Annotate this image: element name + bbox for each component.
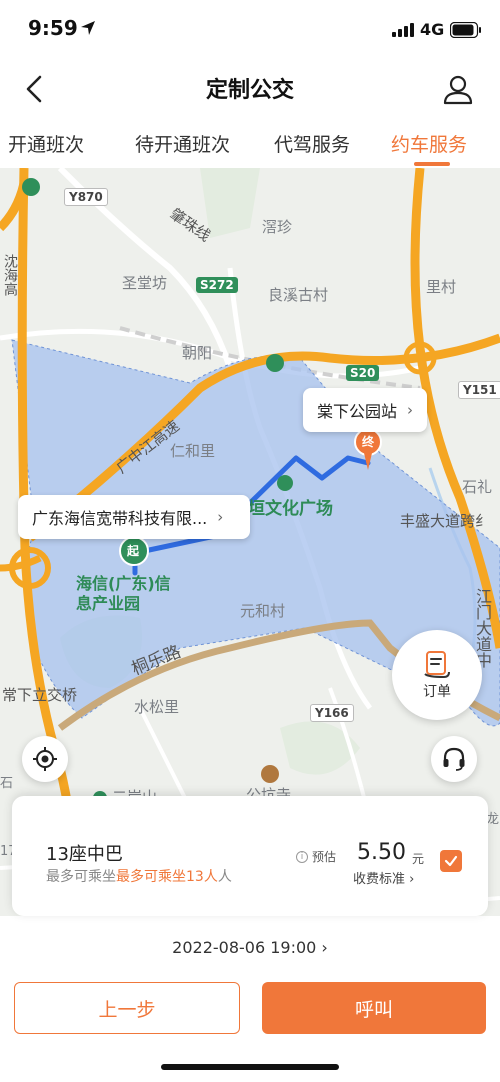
customer-service-button[interactable] bbox=[431, 736, 477, 782]
tab-pending-trips[interactable]: 待开通班次 bbox=[135, 130, 230, 157]
tab-opened-trips[interactable]: 开通班次 bbox=[8, 130, 84, 157]
home-indicator bbox=[161, 1064, 339, 1070]
location-arrow-icon bbox=[80, 20, 96, 40]
map-label: 朝阳 bbox=[182, 344, 213, 362]
network-label: 4G bbox=[420, 20, 445, 39]
checkmark-icon bbox=[444, 855, 458, 867]
start-marker-text: 起 bbox=[127, 544, 140, 558]
departure-datetime[interactable]: 2022-08-06 19:00 › bbox=[0, 938, 500, 957]
map-label: 圣堂坊 bbox=[122, 274, 168, 292]
nav-header: 定制公交 bbox=[0, 58, 500, 120]
map-road-badge: Y870 bbox=[64, 188, 108, 206]
map-road-badge: S20 bbox=[346, 365, 380, 381]
order-button[interactable]: 订单 bbox=[392, 630, 482, 720]
user-icon[interactable] bbox=[440, 72, 476, 108]
tab-ride-service[interactable]: 约车服务 bbox=[391, 130, 467, 157]
map-label: 滘珍 bbox=[262, 218, 293, 236]
estimate-label: i 预估 bbox=[296, 848, 336, 865]
map-label: 石礼 bbox=[462, 478, 493, 496]
chevron-right-icon: › bbox=[217, 508, 224, 526]
start-station-bubble[interactable]: 广东海信宽带科技有限... › bbox=[18, 495, 250, 539]
map-label: 垣文化广场 bbox=[248, 499, 333, 519]
map-road-badge: Y166 bbox=[310, 704, 354, 722]
vehicle-select-checkbox[interactable] bbox=[440, 850, 462, 872]
tab-designated-driver[interactable]: 代驾服务 bbox=[274, 130, 350, 157]
map-label: 石 bbox=[0, 776, 14, 791]
map-label: 海信(广东)信 息产业园 bbox=[76, 574, 171, 613]
map-label: 丰盛大道跨纟 bbox=[400, 512, 491, 530]
order-label: 订单 bbox=[423, 684, 451, 700]
end-station-bubble[interactable]: 棠下公园站 › bbox=[303, 388, 428, 432]
vehicle-name: 13座中巴 bbox=[46, 844, 123, 865]
map-label: 沈海高 bbox=[2, 254, 18, 296]
crosshair-icon bbox=[33, 747, 57, 771]
price-unit: 元 bbox=[412, 852, 425, 866]
map-label: 仁和里 bbox=[170, 442, 216, 460]
call-button[interactable]: 呼叫 bbox=[262, 982, 486, 1034]
fee-standard-link[interactable]: 收费标准 › bbox=[353, 868, 414, 887]
map-label: 常下立交桥 bbox=[2, 686, 78, 704]
map-label: 水松里 bbox=[134, 698, 180, 716]
info-icon[interactable]: i bbox=[296, 850, 308, 863]
map-label: 良溪古村 bbox=[268, 286, 329, 304]
map-road-badge: S272 bbox=[196, 277, 238, 293]
battery-icon bbox=[449, 21, 482, 42]
map-road-badge: Y151 bbox=[458, 381, 500, 399]
start-station-name: 广东海信宽带科技有限... bbox=[32, 509, 208, 528]
status-time: 9:59 bbox=[28, 16, 78, 40]
signal-icon bbox=[392, 22, 416, 41]
status-bar: 9:59 4G bbox=[0, 0, 500, 58]
end-station-name: 棠下公园站 bbox=[317, 402, 398, 421]
locate-button[interactable] bbox=[22, 736, 68, 782]
app-root: 9:59 4G 定制公交 开通班次 待开通班次 代驾服务 约车服务 Y870 肇… bbox=[0, 0, 500, 1082]
end-marker-text: 终 bbox=[362, 435, 375, 449]
order-icon bbox=[424, 651, 450, 679]
page-title: 定制公交 bbox=[205, 78, 294, 103]
headset-icon bbox=[443, 747, 465, 771]
tab-bar: 开通班次 待开通班次 代驾服务 约车服务 bbox=[0, 120, 500, 168]
tab-active-indicator bbox=[414, 162, 450, 166]
chevron-right-icon: › bbox=[407, 401, 414, 419]
prev-step-button[interactable]: 上一步 bbox=[14, 982, 240, 1034]
vehicle-card[interactable]: 13座中巴 最多可乘坐最多可乘坐13人人 i 预估 5.50 元 收费标准 › bbox=[12, 796, 488, 916]
map-label: 里村 bbox=[426, 278, 457, 296]
vehicle-capacity: 最多可乘坐最多可乘坐13人人 bbox=[46, 869, 232, 885]
map-label: 元和村 bbox=[240, 602, 286, 620]
price-value: 5.50 bbox=[357, 840, 406, 865]
